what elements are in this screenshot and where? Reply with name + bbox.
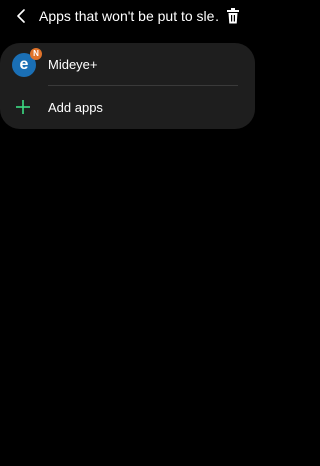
app-list-item[interactable]: e N Mideye+ [0, 43, 255, 86]
plus-icon [16, 100, 30, 114]
back-arrow-icon [17, 9, 25, 23]
add-apps-button[interactable]: Add apps [0, 86, 255, 129]
apps-card: e N Mideye+ Add apps [0, 43, 255, 129]
trash-icon [227, 8, 239, 24]
app-name: Mideye+ [48, 57, 98, 72]
top-app-bar: Apps that won't be put to sle… [0, 0, 255, 32]
app-icon-letter: e [19, 56, 29, 73]
back-button[interactable] [10, 5, 32, 27]
add-apps-label: Add apps [48, 100, 103, 115]
delete-button[interactable] [222, 5, 244, 27]
notification-badge: N [30, 48, 42, 60]
page-title: Apps that won't be put to sle… [39, 8, 219, 24]
